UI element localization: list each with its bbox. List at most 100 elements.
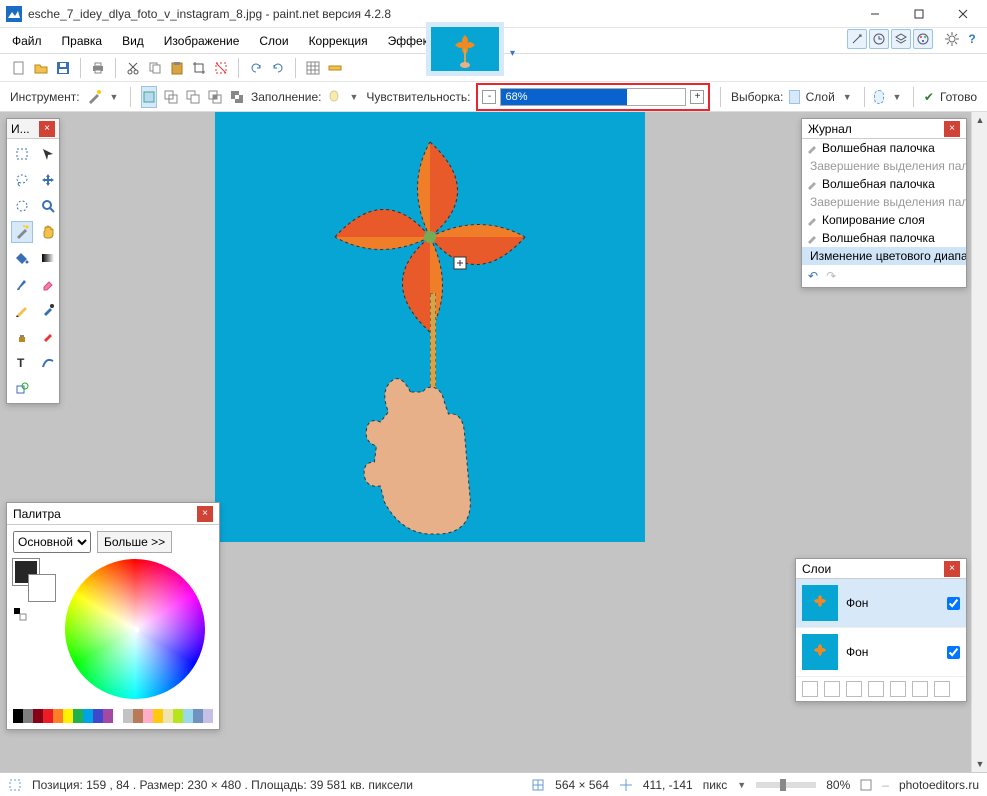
print-icon[interactable] xyxy=(89,59,107,77)
tool-recolor[interactable] xyxy=(37,325,59,347)
open-file-icon[interactable] xyxy=(32,59,50,77)
history-item[interactable]: Завершение выделения палочкой xyxy=(802,193,966,211)
swatch[interactable] xyxy=(153,709,163,723)
history-item[interactable]: Изменение цветового диапазона xyxy=(802,247,966,265)
flood-mode-icon[interactable] xyxy=(327,86,341,108)
menu-file[interactable]: Файл xyxy=(2,30,52,52)
canvas[interactable] xyxy=(215,112,645,542)
document-thumbnail[interactable] xyxy=(426,22,504,76)
menu-layers[interactable]: Слои xyxy=(249,30,298,52)
layer-merge-icon[interactable] xyxy=(868,681,884,697)
palette-mode-select[interactable]: Основной xyxy=(13,531,91,553)
layer-duplicate-icon[interactable] xyxy=(846,681,862,697)
new-file-icon[interactable] xyxy=(10,59,28,77)
swatch[interactable] xyxy=(133,709,143,723)
panel-tools-toggle[interactable] xyxy=(847,29,867,49)
swatch[interactable] xyxy=(113,709,123,723)
menu-view[interactable]: Вид xyxy=(112,30,154,52)
swatch[interactable] xyxy=(23,709,33,723)
sampling-layer-icon[interactable] xyxy=(789,90,799,104)
layer-add-icon[interactable] xyxy=(802,681,818,697)
swatch[interactable] xyxy=(163,709,173,723)
status-units[interactable]: пикс xyxy=(703,778,728,792)
swatch[interactable] xyxy=(53,709,63,723)
background-color[interactable] xyxy=(29,575,55,601)
swatch[interactable] xyxy=(83,709,93,723)
swatch[interactable] xyxy=(183,709,193,723)
swatch[interactable] xyxy=(63,709,73,723)
menu-image[interactable]: Изображение xyxy=(154,30,250,52)
history-panel[interactable]: Журнал× Волшебная палочкаЗавершение выде… xyxy=(801,118,967,288)
tool-lasso[interactable] xyxy=(11,169,33,191)
cut-icon[interactable] xyxy=(124,59,142,77)
swatch[interactable] xyxy=(143,709,153,723)
selection-subtract-icon[interactable] xyxy=(185,86,201,108)
tools-window-close-button[interactable]: × xyxy=(39,121,55,137)
palette-close-button[interactable]: × xyxy=(197,506,213,522)
palette-window[interactable]: Палитра× Основной Больше >> xyxy=(6,502,220,730)
scroll-up-icon[interactable]: ▲ xyxy=(972,112,987,128)
history-item[interactable]: Завершение выделения палочкой xyxy=(802,157,966,175)
swatch[interactable] xyxy=(33,709,43,723)
history-close-button[interactable]: × xyxy=(944,121,960,137)
reset-colors-icon[interactable] xyxy=(13,607,27,621)
tool-picker[interactable] xyxy=(86,86,102,108)
color-wheel[interactable] xyxy=(65,559,205,699)
selection-shape-dropdown-icon[interactable]: ▼ xyxy=(890,92,903,102)
swatch[interactable] xyxy=(173,709,183,723)
tool-text[interactable]: T xyxy=(11,351,33,373)
tool-move-selection[interactable] xyxy=(37,143,59,165)
fill-dropdown-icon[interactable]: ▼ xyxy=(347,92,360,102)
history-undo-icon[interactable]: ↶ xyxy=(808,269,818,283)
tolerance-slider[interactable]: 68% xyxy=(500,88,686,106)
help-icon[interactable]: ? xyxy=(963,30,981,48)
commit-label[interactable]: Готово xyxy=(940,90,977,104)
swatch[interactable] xyxy=(103,709,113,723)
layer-up-icon[interactable] xyxy=(890,681,906,697)
tool-dropdown-icon[interactable]: ▼ xyxy=(108,92,121,102)
tool-gradient[interactable] xyxy=(37,247,59,269)
layer-down-icon[interactable] xyxy=(912,681,928,697)
swatch[interactable] xyxy=(193,709,203,723)
vertical-scrollbar[interactable]: ▲ ▼ xyxy=(971,112,987,772)
history-redo-icon[interactable]: ↷ xyxy=(826,269,836,283)
panel-colors-toggle[interactable] xyxy=(913,29,933,49)
crop-icon[interactable] xyxy=(190,59,208,77)
tolerance-plus-button[interactable]: + xyxy=(690,90,704,104)
layers-close-button[interactable]: × xyxy=(944,561,960,577)
selection-shape-icon[interactable] xyxy=(874,90,884,104)
color-wheel-cursor[interactable] xyxy=(132,626,140,634)
history-item[interactable]: Волшебная палочка xyxy=(802,139,966,157)
swatch[interactable] xyxy=(73,709,83,723)
tool-zoom[interactable] xyxy=(37,195,59,217)
selection-add-icon[interactable] xyxy=(163,86,179,108)
panel-history-toggle[interactable] xyxy=(869,29,889,49)
swatch[interactable] xyxy=(43,709,53,723)
deselect-icon[interactable] xyxy=(212,59,230,77)
layer-delete-icon[interactable] xyxy=(824,681,840,697)
scroll-down-icon[interactable]: ▼ xyxy=(972,756,987,772)
history-item[interactable]: Волшебная палочка xyxy=(802,175,966,193)
tool-rect-select[interactable] xyxy=(11,143,33,165)
zoom-fit-icon[interactable] xyxy=(860,779,872,791)
tool-brush[interactable] xyxy=(11,273,33,295)
tools-window[interactable]: И...× T xyxy=(6,118,60,404)
sampling-dropdown-icon[interactable]: ▼ xyxy=(841,92,854,102)
minimize-button[interactable] xyxy=(853,0,897,28)
thumb-chevron-icon[interactable]: ▾ xyxy=(510,48,515,59)
close-button[interactable] xyxy=(941,0,985,28)
tool-pencil[interactable] xyxy=(11,299,33,321)
tool-eyedropper[interactable] xyxy=(37,299,59,321)
units-dropdown-icon[interactable]: ▼ xyxy=(737,780,746,790)
layers-panel[interactable]: Слои× ФонФон xyxy=(795,558,967,702)
layer-visible-checkbox[interactable] xyxy=(947,646,960,659)
tool-eraser[interactable] xyxy=(37,273,59,295)
swatch[interactable] xyxy=(93,709,103,723)
tool-ellipse-select[interactable] xyxy=(11,195,33,217)
tool-fill[interactable] xyxy=(11,247,33,269)
selection-xor-icon[interactable] xyxy=(229,86,245,108)
history-item[interactable]: Копирование слоя xyxy=(802,211,966,229)
tool-pan[interactable] xyxy=(37,221,59,243)
copy-icon[interactable] xyxy=(146,59,164,77)
tool-clone[interactable] xyxy=(11,325,33,347)
